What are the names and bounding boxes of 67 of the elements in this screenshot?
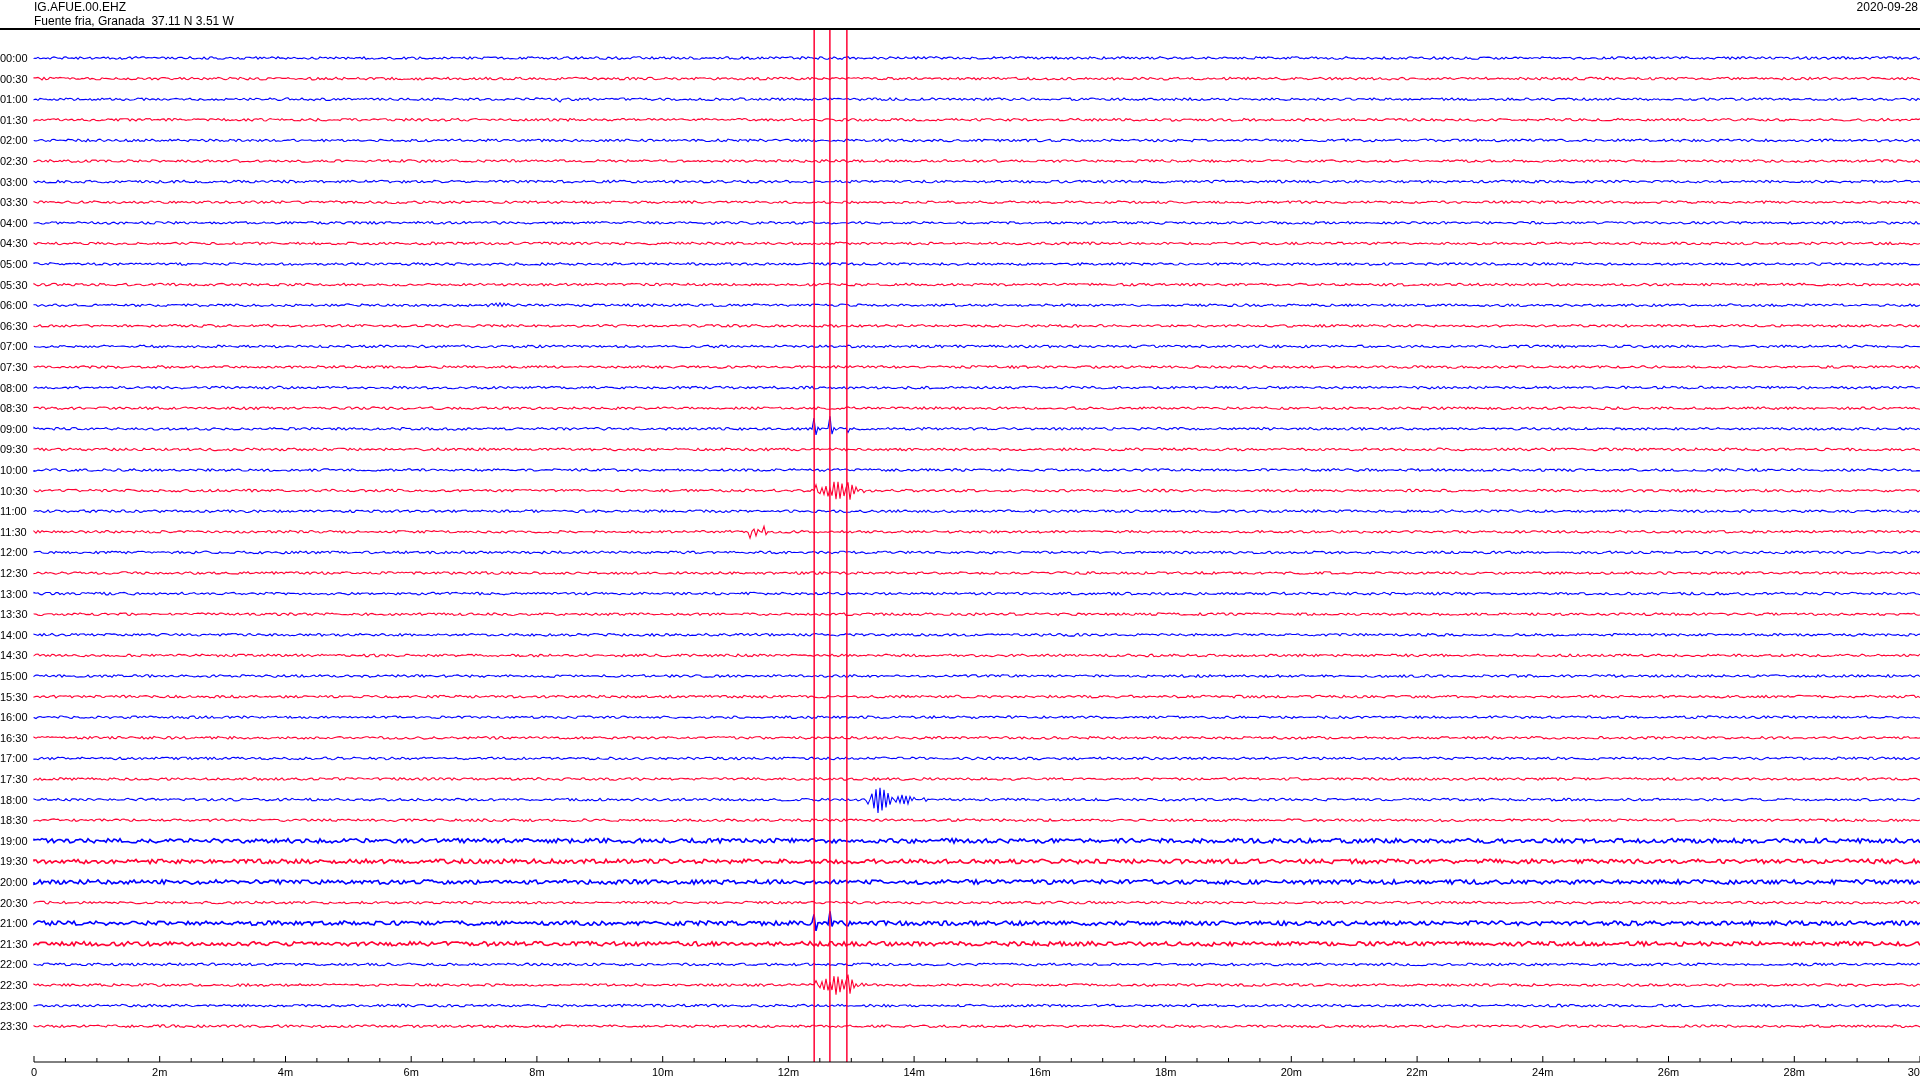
tick-label: 28m <box>1783 1066 1805 1078</box>
time-label: 14:00 <box>0 628 28 641</box>
time-label: 08:00 <box>0 381 28 394</box>
tick-label: 12m <box>777 1066 800 1078</box>
time-label: 21:30 <box>0 937 28 950</box>
time-label: 04:00 <box>0 216 28 229</box>
time-label: 22:00 <box>0 958 28 971</box>
tick-label: 26m <box>1657 1066 1680 1078</box>
tick-label: 20m <box>1280 1066 1303 1078</box>
time-label: 12:30 <box>0 567 28 579</box>
time-label: 20:00 <box>0 876 28 888</box>
time-label: 10:30 <box>0 484 28 497</box>
time-label: 15:00 <box>0 670 28 682</box>
time-label: 23:00 <box>0 999 28 1012</box>
tick-label: 10m <box>651 1066 674 1078</box>
time-label: 05:30 <box>0 278 28 291</box>
station-code: IG.AFUE.00.EHZ <box>34 0 128 14</box>
time-label: 13:30 <box>0 608 28 621</box>
time-label: 07:30 <box>0 361 28 373</box>
time-label: 16:00 <box>0 711 28 724</box>
tick-label: 24m <box>1532 1066 1554 1078</box>
tick-label: 4m <box>277 1066 294 1078</box>
time-label: 00:00 <box>0 52 28 64</box>
time-label: 23:30 <box>0 1020 28 1033</box>
time-label: 12:00 <box>0 546 28 559</box>
tick-label: 22m <box>1406 1066 1428 1078</box>
time-label: 02:30 <box>0 155 28 167</box>
tick-label: 2m <box>152 1066 168 1078</box>
time-label: 10:00 <box>0 464 28 476</box>
tick-label: 16m <box>1029 1066 1051 1078</box>
time-label: 18:30 <box>0 814 28 827</box>
time-label: 22:30 <box>0 979 28 991</box>
time-label: 13:00 <box>0 587 28 600</box>
station-location: Fuente fria, Granada 37.11 N 3.51 W <box>34 14 234 28</box>
time-label: 06:00 <box>0 299 28 312</box>
tick-label: 14m <box>903 1066 925 1078</box>
tick-label: 6m <box>403 1066 419 1078</box>
tick-label: 0 <box>31 1066 38 1078</box>
time-label: 04:30 <box>0 237 28 250</box>
time-label: 18:00 <box>0 793 28 806</box>
time-label: 08:30 <box>0 402 28 415</box>
time-label: 03:00 <box>0 175 28 188</box>
time-label: 09:30 <box>0 443 28 456</box>
tick-label: 18m <box>1154 1066 1177 1078</box>
time-label: 17:30 <box>0 773 28 785</box>
time-label: 11:30 <box>0 525 27 538</box>
time-label: 07:00 <box>0 340 28 353</box>
time-label: 02:00 <box>0 134 28 147</box>
time-label: 21:00 <box>0 917 28 930</box>
tick-label: 30 <box>1907 1066 1920 1078</box>
time-label: 17:00 <box>0 752 28 765</box>
time-label: 19:00 <box>0 834 28 847</box>
time-label: 05:00 <box>0 258 28 270</box>
time-label: 11:00 <box>0 505 27 518</box>
time-label: 19:30 <box>0 855 28 868</box>
time-label: 09:00 <box>0 422 28 435</box>
plot-date: 2020-09-28 <box>1856 0 1918 16</box>
time-label: 15:30 <box>0 690 28 703</box>
time-label: 03:30 <box>0 196 28 209</box>
time-label: 01:00 <box>0 93 28 106</box>
time-label: 01:30 <box>0 113 28 126</box>
time-label: 16:30 <box>0 731 28 744</box>
time-label: 06:30 <box>0 319 28 332</box>
time-label: 20:30 <box>0 896 28 909</box>
time-label: 00:30 <box>0 72 28 85</box>
time-label: 14:30 <box>0 649 28 662</box>
tick-label: 8m <box>529 1066 545 1078</box>
